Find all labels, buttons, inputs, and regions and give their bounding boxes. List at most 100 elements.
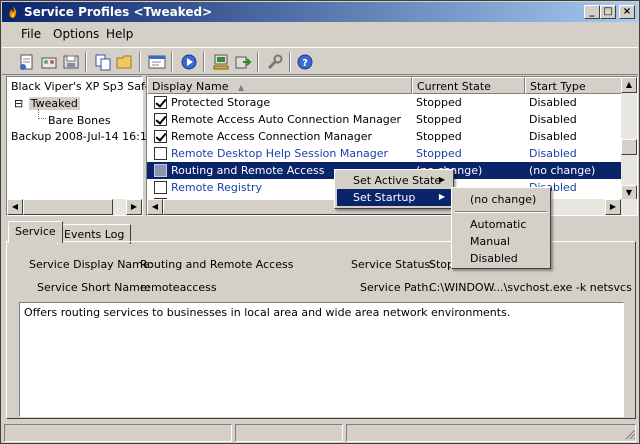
table-row[interactable]: Protected Storage Stopped Disabled <box>147 94 623 111</box>
scroll-thumb[interactable] <box>621 139 637 155</box>
table-row[interactable]: Remote Access Connection Manager Stopped… <box>147 128 623 145</box>
service-start-type: (no change) <box>529 164 596 177</box>
column-header-current-state[interactable]: Current State <box>412 77 525 94</box>
list-vscrollbar[interactable]: ▲ ▼ <box>621 77 637 201</box>
tree-connector <box>38 109 46 119</box>
service-state: Stopped <box>416 96 462 109</box>
startup-submenu: (no change) Automatic Manual Disabled <box>451 187 551 269</box>
service-checkbox[interactable] <box>154 130 167 143</box>
tab-service[interactable]: Service <box>8 221 63 243</box>
toolbar-separator <box>85 52 87 72</box>
play-icon[interactable] <box>179 52 199 72</box>
tree-item-label: Backup 2008-Jul-14 16:19: <box>11 130 158 143</box>
svg-text:?: ? <box>302 58 308 69</box>
menu-item-set-active-state[interactable]: Set Active State ▶ <box>337 172 451 189</box>
menu-item-manual[interactable]: Manual <box>454 233 548 250</box>
menu-separator <box>455 211 547 213</box>
service-name: Protected Storage <box>171 96 271 109</box>
service-start-type: Disabled <box>529 113 577 126</box>
service-name: Remote Desktop Help Session Manager <box>171 147 389 160</box>
service-state: Stopped <box>416 113 462 126</box>
main-window: Service Profiles <Tweaked> _ □ × File Op… <box>0 0 640 444</box>
toolbar: ? <box>2 47 638 75</box>
tree-item-tweaked[interactable]: ⊟ Tweaked <box>14 97 80 110</box>
service-checkbox[interactable] <box>154 113 167 126</box>
service-display-name-value: Routing and Remote Access <box>140 258 294 271</box>
window-title: Service Profiles <Tweaked> <box>24 5 213 19</box>
menu-item-label: Set Active State <box>353 174 442 187</box>
service-state: Stopped <box>416 147 462 160</box>
service-start-type: Disabled <box>529 147 577 160</box>
open-profile-icon[interactable] <box>39 52 59 72</box>
tree-item-backup[interactable]: Backup 2008-Jul-14 16:19: <box>11 130 158 143</box>
status-pane-3 <box>346 424 636 442</box>
service-state: Stopped <box>416 130 462 143</box>
properties-icon[interactable] <box>147 52 167 72</box>
toolbar-separator <box>289 52 291 72</box>
minimize-button[interactable]: _ <box>584 5 600 19</box>
service-start-type: Disabled <box>529 130 577 143</box>
computer-icon[interactable] <box>211 52 231 72</box>
resize-grip-icon[interactable] <box>624 428 636 440</box>
service-description: Offers routing services to businesses in… <box>19 302 624 417</box>
column-header-start-type[interactable]: Start Type <box>525 77 623 94</box>
column-header-display-name[interactable]: Display Name ▲ <box>147 77 412 94</box>
menu-bar: File Options Help <box>2 23 638 45</box>
new-profile-icon[interactable] <box>17 52 37 72</box>
service-name: Remote Registry <box>171 181 262 194</box>
toolbar-separator <box>257 52 259 72</box>
submenu-arrow-icon: ▶ <box>438 175 445 184</box>
export-icon[interactable] <box>233 52 253 72</box>
menu-options[interactable]: Options <box>53 27 99 41</box>
tree-item-bare-bones[interactable]: Bare Bones <box>48 114 111 127</box>
toolbar-separator <box>203 52 205 72</box>
status-pane-1 <box>4 424 232 442</box>
column-header-label: Current State <box>417 80 491 93</box>
title-bar[interactable]: Service Profiles <Tweaked> _ □ × <box>2 2 638 22</box>
tree-item-label: Bare Bones <box>48 114 111 127</box>
copy-icon[interactable] <box>93 52 113 72</box>
wrench-icon[interactable] <box>265 52 285 72</box>
service-name: Remote Access Auto Connection Manager <box>171 113 402 126</box>
menu-item-label: Set Startup <box>353 191 416 204</box>
help-icon[interactable]: ? <box>295 52 315 72</box>
submenu-arrow-icon: ▶ <box>438 192 445 201</box>
scroll-right-icon[interactable]: ▶ <box>126 199 142 215</box>
tree-item-label: Tweaked <box>28 97 80 110</box>
service-checkbox[interactable] <box>154 96 167 109</box>
service-checkbox[interactable] <box>154 164 167 177</box>
service-checkbox[interactable] <box>154 147 167 160</box>
service-display-name-label: Service Display Name: <box>29 258 154 271</box>
tree-item-black-viper[interactable]: Black Viper's XP Sp3 Safe <box>11 80 152 93</box>
column-header-label: Display Name <box>152 80 229 93</box>
context-menu: Set Active State ▶ Set Startup ▶ <box>334 169 454 209</box>
service-start-type: Disabled <box>529 96 577 109</box>
menu-item-disabled[interactable]: Disabled <box>454 250 548 267</box>
scroll-left-icon[interactable]: ◀ <box>147 199 163 215</box>
tree-expander-icon[interactable]: ⊟ <box>14 97 23 110</box>
profile-tree: Black Viper's XP Sp3 Safe ⊟ Tweaked Bare… <box>6 76 158 216</box>
scroll-up-icon[interactable]: ▲ <box>621 77 637 93</box>
scroll-right-icon[interactable]: ▶ <box>605 199 621 215</box>
save-profile-icon[interactable] <box>61 52 81 72</box>
tree-hscrollbar[interactable]: ◀ ▶ <box>7 199 142 215</box>
service-short-name-value: remoteaccess <box>140 281 217 294</box>
folder-icon[interactable] <box>115 52 135 72</box>
service-checkbox[interactable] <box>154 181 167 194</box>
service-status-label: Service Status: <box>351 258 434 271</box>
tree-item-label: Black Viper's XP Sp3 Safe <box>11 80 152 93</box>
toolbar-separator <box>171 52 173 72</box>
table-row[interactable]: Remote Access Auto Connection Manager St… <box>147 111 623 128</box>
maximize-button[interactable]: □ <box>600 5 616 19</box>
scroll-thumb[interactable] <box>23 199 113 215</box>
menu-item-set-startup[interactable]: Set Startup ▶ <box>337 189 451 206</box>
menu-file[interactable]: File <box>21 27 41 41</box>
scroll-left-icon[interactable]: ◀ <box>7 199 23 215</box>
close-button[interactable]: × <box>619 5 635 19</box>
flame-app-icon <box>9 6 17 18</box>
menu-item-no-change[interactable]: (no change) <box>454 191 548 208</box>
menu-item-automatic[interactable]: Automatic <box>454 216 548 233</box>
table-row[interactable]: Remote Desktop Help Session Manager Stop… <box>147 145 623 162</box>
menu-help[interactable]: Help <box>106 27 133 41</box>
service-name: Routing and Remote Access <box>171 164 325 177</box>
